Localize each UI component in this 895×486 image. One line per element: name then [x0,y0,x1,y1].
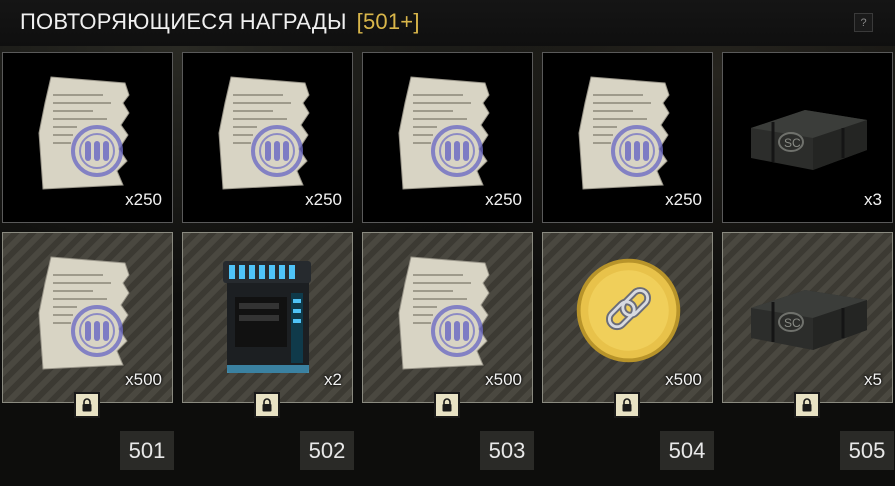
reward-quantity: x250 [125,190,162,209]
padlock-icon [442,398,452,412]
reward-quantity: x3 [864,190,882,209]
reward-quantity: x2 [324,370,342,389]
reward-quantity: x500 [485,370,522,389]
reward-tile[interactable]: x250 [362,52,533,223]
level-label: 503 [480,431,534,470]
ammo-voucher-icon [33,73,143,193]
reward-count: [501+] [356,9,420,34]
page-title: ПОВТОРЯЮЩИЕСЯ НАГРАДЫ [501+] [20,9,420,35]
reward-tile-locked[interactable]: x500 [362,232,533,403]
reward-tile[interactable]: x250 [2,52,173,223]
lock-badge [614,392,640,418]
sc-crate-icon [743,98,873,178]
ammo-voucher-icon [573,73,683,193]
header-bar: ПОВТОРЯЮЩИЕСЯ НАГРАДЫ [501+] ? [0,0,895,46]
reward-tile-locked[interactable]: x2 [182,232,353,403]
level-label: 505 [840,431,894,470]
padlock-icon [82,398,92,412]
padlock-icon [622,398,632,412]
help-button[interactable]: ? [854,13,873,32]
lock-badge [794,392,820,418]
reward-tile-locked[interactable]: x5 [722,232,893,403]
lock-badge [254,392,280,418]
padlock-icon [262,398,272,412]
gold-link-coin-icon [571,253,686,368]
reward-quantity: x250 [485,190,522,209]
reward-quantity: x5 [864,370,882,389]
reward-tile-locked[interactable]: x500 [2,232,173,403]
level-label: 502 [300,431,354,470]
level-label: 504 [660,431,714,470]
reward-quantity: x500 [665,370,702,389]
level-label: 501 [120,431,174,470]
reward-quantity: x250 [665,190,702,209]
ammo-voucher-icon [33,253,143,373]
reward-tile[interactable]: x250 [542,52,713,223]
lock-badge [74,392,100,418]
ammo-voucher-icon [393,253,503,373]
padlock-icon [802,398,812,412]
reward-tile[interactable]: x250 [182,52,353,223]
reward-tile[interactable]: x3 [722,52,893,223]
ammo-voucher-icon [393,73,503,193]
lock-badge [434,392,460,418]
sc-crate-icon [743,278,873,358]
ammo-voucher-icon [213,73,323,193]
reward-quantity: x500 [125,370,162,389]
title-text: ПОВТОРЯЮЩИЕСЯ НАГРАДЫ [20,9,347,34]
reward-tile-locked[interactable]: x500 [542,232,713,403]
battery-container-icon [213,253,323,383]
reward-quantity: x250 [305,190,342,209]
